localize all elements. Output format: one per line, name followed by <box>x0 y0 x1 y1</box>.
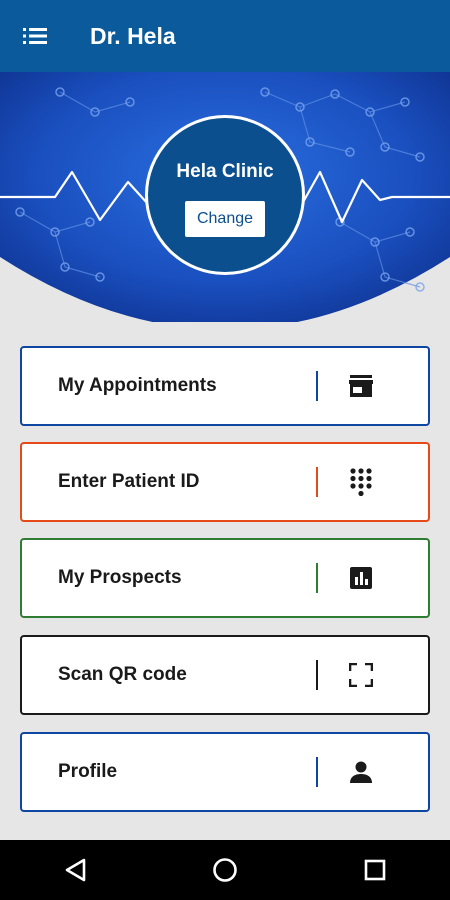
hero-banner: Hela Clinic Change <box>0 72 450 322</box>
bar-chart-icon <box>318 538 404 618</box>
menu-card-patient-id[interactable]: Enter Patient ID <box>20 442 430 522</box>
menu-card-profile[interactable]: Profile <box>20 732 430 812</box>
clinic-badge: Hela Clinic Change <box>145 115 305 275</box>
home-icon <box>213 858 237 882</box>
menu-button[interactable] <box>0 0 70 72</box>
menu-card-scan-qr[interactable]: Scan QR code <box>20 635 430 715</box>
menu-card-label: Enter Patient ID <box>58 471 200 492</box>
menu-card-label: My Appointments <box>58 375 217 396</box>
menu-card-prospects[interactable]: My Prospects <box>20 538 430 618</box>
recents-button[interactable] <box>335 840 415 900</box>
menu-list-icon <box>23 28 47 44</box>
back-button[interactable] <box>35 840 115 900</box>
page-title: Dr. Hela <box>90 22 176 49</box>
dialpad-icon <box>318 442 404 522</box>
menu-card-appointments[interactable]: My Appointments <box>20 346 430 426</box>
menu-card-label: My Prospects <box>58 567 182 588</box>
change-clinic-button[interactable]: Change <box>185 201 265 237</box>
menu-card-label: Profile <box>58 761 118 782</box>
home-button[interactable] <box>185 840 265 900</box>
scan-frame-icon <box>318 635 404 715</box>
store-icon <box>318 346 404 426</box>
system-nav-bar <box>0 840 450 900</box>
app-bar: Dr. Hela <box>0 0 450 72</box>
menu-card-label: Scan QR code <box>58 664 187 685</box>
person-icon <box>318 732 404 812</box>
back-icon <box>65 858 86 882</box>
clinic-name: Hela Clinic <box>176 161 274 182</box>
recents-icon <box>364 859 386 881</box>
